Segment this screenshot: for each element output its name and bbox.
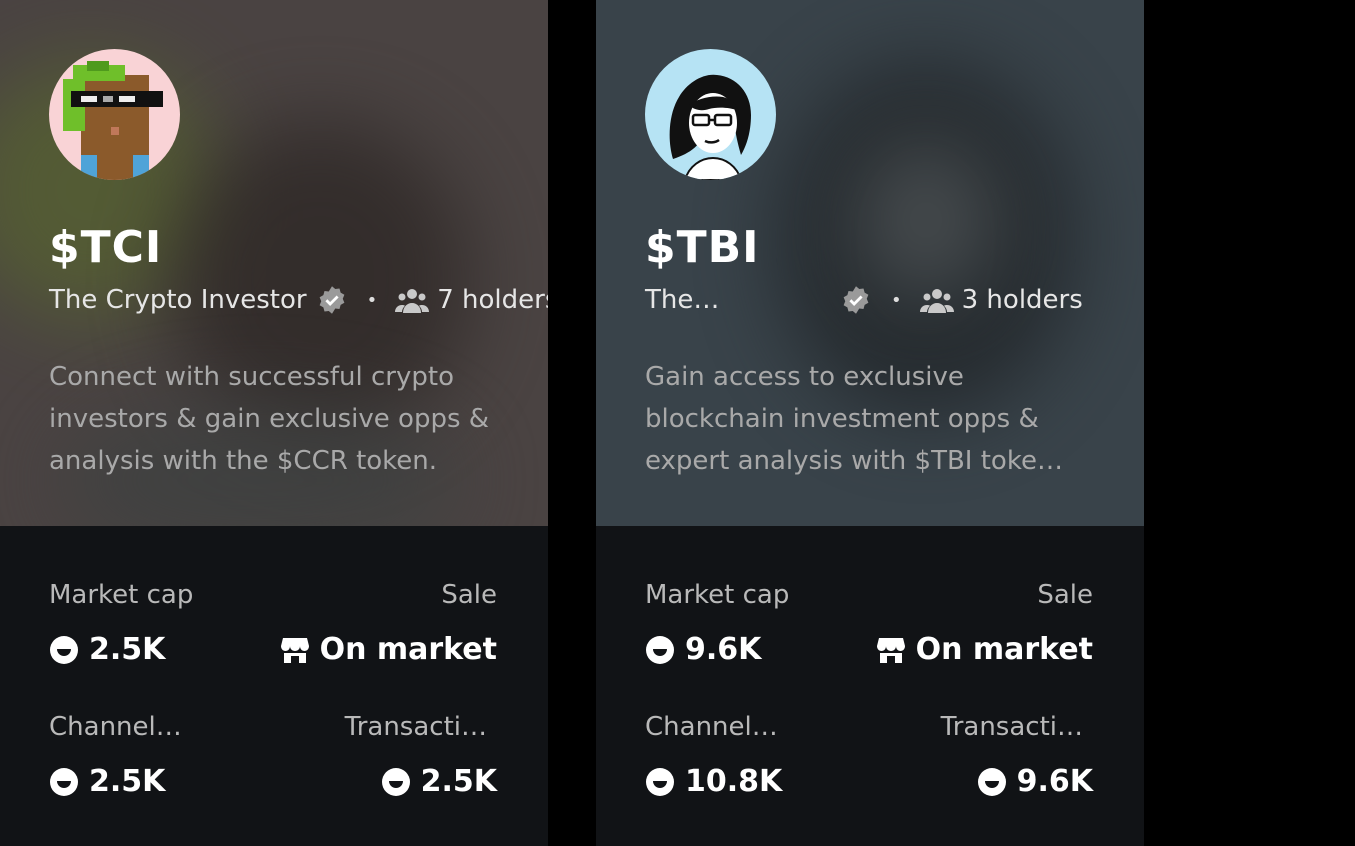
sale-label: Sale — [1037, 580, 1093, 610]
storefront-icon — [876, 637, 905, 663]
storefront-icon — [280, 637, 309, 663]
holders-icon — [919, 289, 954, 313]
channel-number: 10.8K — [685, 764, 783, 799]
stats-panel: Market cap Sale 9.6K On market Channel… … — [596, 526, 1144, 846]
market-cap-value: 9.6K — [645, 632, 761, 667]
transactions-label: Transacti… — [344, 712, 487, 742]
verified-badge-icon — [319, 286, 344, 314]
token-card-tci[interactable]: $TCI The Crypto Investor • 7 holders Con… — [0, 0, 548, 846]
channel-value: 10.8K — [645, 764, 782, 799]
transactions-number: 2.5K — [420, 764, 497, 799]
token-ticker: $TCI — [49, 222, 163, 273]
coin-smile-icon — [977, 767, 1006, 796]
market-cap-number: 9.6K — [685, 632, 762, 667]
coin-smile-icon — [50, 635, 78, 664]
sale-status-text: On market — [319, 632, 497, 667]
token-ticker: $TBI — [645, 222, 760, 273]
sale-status[interactable]: On market — [876, 632, 1093, 667]
holders-count: 3 holders — [961, 285, 1083, 315]
transactions-label: Transacti… — [940, 712, 1083, 742]
hero-blur — [856, 140, 996, 300]
card-hero: $TCI The Crypto Investor • 7 holders Con… — [0, 0, 548, 526]
coin-smile-icon — [646, 635, 674, 664]
transactions-value: 9.6K — [977, 764, 1093, 799]
separator-dot: • — [366, 289, 378, 311]
token-description: Connect with successful crypto investors… — [49, 362, 490, 476]
cartoon-avatar-icon — [645, 49, 776, 180]
transactions-value: 2.5K — [381, 764, 497, 799]
market-cap-label: Market cap — [49, 580, 194, 610]
separator-dot: • — [891, 289, 902, 311]
owner-row: The Crypto Investor • 7 holders — [49, 282, 548, 318]
market-cap-value: 2.5K — [49, 632, 165, 667]
coin-smile-icon — [646, 767, 674, 796]
channel-number: 2.5K — [89, 764, 166, 799]
channel-label: Channel… — [49, 712, 182, 742]
stats-panel: Market cap Sale 2.5K On market Channel… … — [0, 526, 548, 846]
sale-status-text: On market — [915, 632, 1093, 667]
market-cap-label: Market cap — [645, 580, 790, 610]
token-description: Gain access to exclusive blockchain inve… — [645, 362, 1063, 476]
holders-icon — [395, 289, 430, 313]
holders-count: 7 holders — [437, 285, 548, 315]
coin-smile-icon — [381, 767, 410, 796]
owner-row: The… • 3 holders — [645, 282, 1083, 318]
market-cap-number: 2.5K — [89, 632, 166, 667]
card-hero: $TBI The… • 3 holders Gain access to exc… — [596, 0, 1144, 526]
channel-value: 2.5K — [49, 764, 165, 799]
channel-label: Channel… — [645, 712, 778, 742]
transactions-number: 9.6K — [1016, 764, 1093, 799]
coin-smile-icon — [50, 767, 78, 796]
sale-label: Sale — [441, 580, 497, 610]
token-card-tbi[interactable]: $TBI The… • 3 holders Gain access to exc… — [596, 0, 1144, 846]
pixel-art-avatar-icon — [49, 49, 180, 180]
sale-status[interactable]: On market — [280, 632, 497, 667]
verified-badge-icon — [843, 286, 869, 314]
owner-name[interactable]: The… — [645, 285, 831, 315]
owner-name[interactable]: The Crypto Investor — [49, 285, 307, 315]
